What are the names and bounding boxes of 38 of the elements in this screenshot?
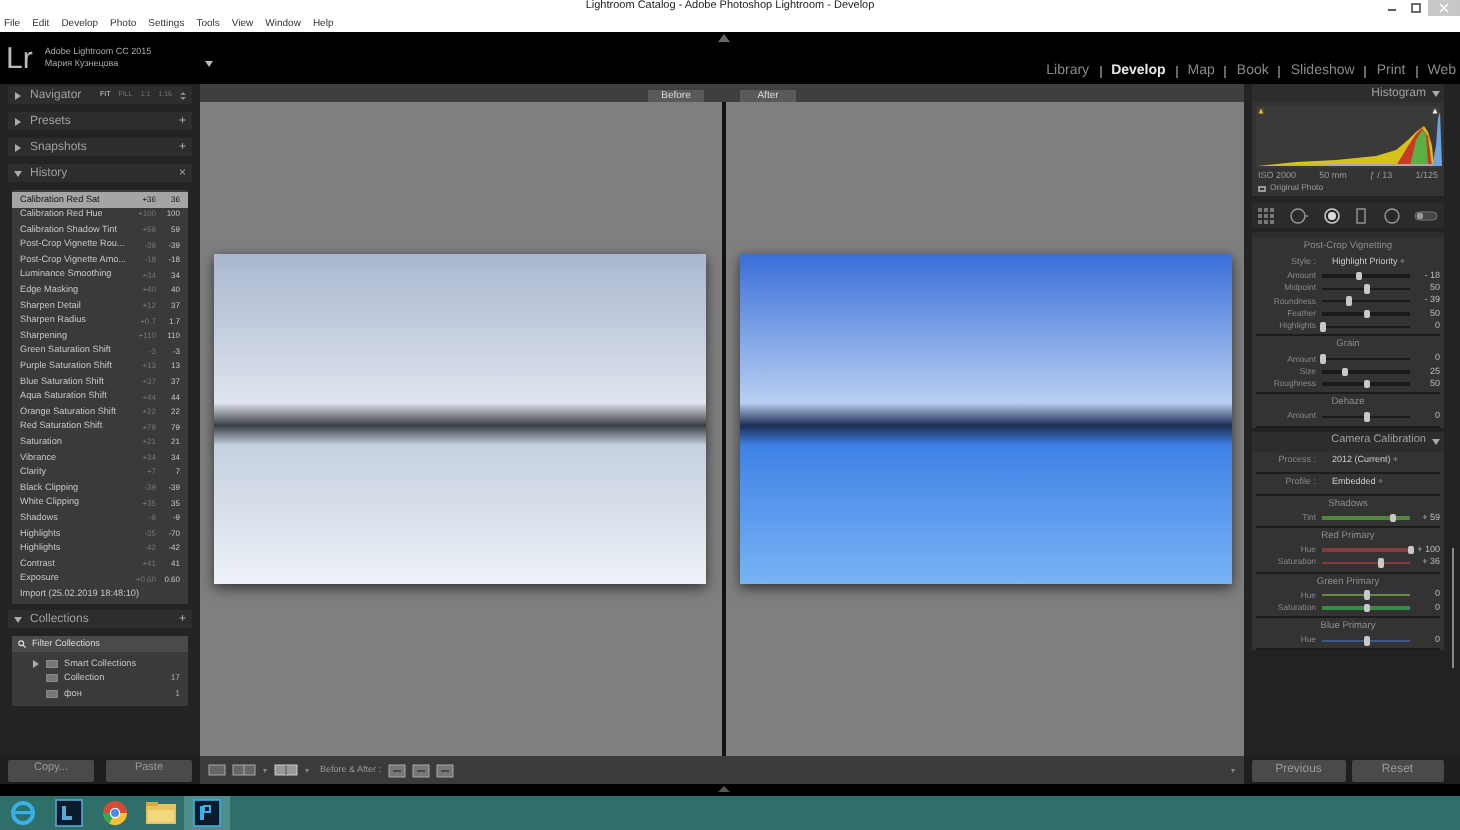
expanded-triangle-icon[interactable]: [14, 169, 22, 177]
caret-icon[interactable]: [203, 60, 214, 68]
slider-thumb[interactable]: [1389, 513, 1396, 523]
collapsed-triangle-icon[interactable]: [14, 143, 22, 151]
expanded-triangle-icon[interactable]: [14, 615, 22, 624]
slider-thumb[interactable]: [1319, 322, 1325, 332]
expanded-triangle-icon[interactable]: [1432, 89, 1440, 97]
app-icon[interactable]: [184, 796, 230, 830]
slider-thumb[interactable]: [1407, 545, 1413, 555]
scrollbar-thumb[interactable]: [1451, 548, 1454, 668]
circle-icon[interactable]: [1288, 207, 1309, 223]
slider-thumb[interactable]: [1363, 590, 1369, 600]
slider-thumb[interactable]: [1378, 558, 1385, 568]
toggle-icon[interactable]: [1413, 207, 1438, 223]
slider-thumb[interactable]: [1355, 271, 1362, 281]
slider-thumb[interactable]: [1319, 354, 1325, 364]
clipping-indicator-icon[interactable]: [1432, 108, 1438, 114]
stepper-icon[interactable]: [180, 91, 186, 99]
clipping-indicator-icon[interactable]: [1258, 108, 1264, 114]
target-icon[interactable]: [1323, 207, 1340, 223]
grid-icon[interactable]: [1258, 207, 1274, 223]
expanded-triangle-icon[interactable]: [1432, 437, 1440, 446]
slider-thumb[interactable]: [1363, 379, 1369, 389]
app-logo: Lr: [6, 43, 33, 73]
collapsed-triangle-icon[interactable]: [14, 117, 22, 125]
collapsed-triangle-icon[interactable]: [14, 91, 22, 99]
collapsed-triangle-icon[interactable]: [32, 659, 40, 668]
slider-thumb[interactable]: [1363, 412, 1369, 422]
slider-thumb[interactable]: [1345, 296, 1352, 306]
slider-thumb[interactable]: [1363, 603, 1369, 613]
rectangle-icon[interactable]: [1354, 207, 1369, 223]
search-icon: [18, 640, 26, 649]
slider-thumb[interactable]: [1363, 636, 1369, 646]
slider-thumb[interactable]: [1363, 309, 1369, 319]
checkbox[interactable]: [1258, 185, 1266, 191]
slider-thumb[interactable]: [1341, 367, 1347, 377]
circle-icon[interactable]: [1383, 207, 1400, 223]
slider-thumb[interactable]: [1363, 284, 1369, 294]
